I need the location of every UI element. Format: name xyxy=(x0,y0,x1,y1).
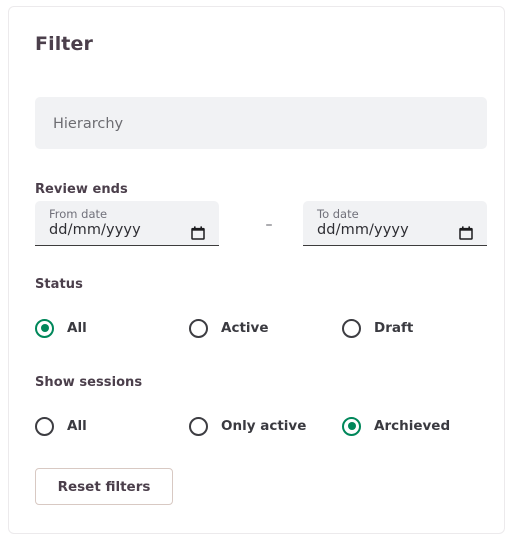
from-date-field[interactable]: From date dd/mm/yyyy xyxy=(35,201,219,246)
filter-panel: Filter Hierarchy Review ends From date d… xyxy=(8,6,505,534)
hierarchy-placeholder: Hierarchy xyxy=(53,116,124,132)
date-range-separator: – xyxy=(265,217,273,233)
from-date-caption: From date xyxy=(49,207,108,221)
radio-icon[interactable] xyxy=(342,318,361,338)
status-radio-group: All Active Draft xyxy=(9,315,506,341)
status-radio-all-label: All xyxy=(67,320,87,336)
review-ends-label: Review ends xyxy=(35,182,128,197)
status-radio-all[interactable]: All xyxy=(35,315,87,341)
sessions-radio-all[interactable]: All xyxy=(35,413,87,439)
sessions-radio-all-label: All xyxy=(67,418,87,434)
status-radio-active-label: Active xyxy=(221,320,269,336)
radio-icon[interactable] xyxy=(189,318,208,338)
to-date-caption: To date xyxy=(317,207,359,221)
status-label: Status xyxy=(35,277,83,292)
radio-icon[interactable] xyxy=(35,416,54,436)
show-sessions-label: Show sessions xyxy=(35,375,143,390)
status-radio-draft-label: Draft xyxy=(374,320,414,336)
radio-icon[interactable] xyxy=(35,318,54,338)
from-date-value: dd/mm/yyyy xyxy=(49,222,141,238)
sessions-radio-archieved-label: Archieved xyxy=(374,418,451,434)
radio-icon[interactable] xyxy=(342,416,361,436)
reset-filters-button[interactable]: Reset filters xyxy=(35,468,173,505)
sessions-radio-archieved[interactable]: Archieved xyxy=(342,413,450,439)
radio-icon[interactable] xyxy=(189,416,208,436)
sessions-radio-only-active-label: Only active xyxy=(221,418,307,434)
to-date-field[interactable]: To date dd/mm/yyyy xyxy=(303,201,487,246)
show-sessions-radio-group: All Only active Archieved xyxy=(9,413,506,439)
status-radio-active[interactable]: Active xyxy=(189,315,269,341)
page-title: Filter xyxy=(35,33,93,55)
to-date-value: dd/mm/yyyy xyxy=(317,222,409,238)
status-radio-draft[interactable]: Draft xyxy=(342,315,413,341)
hierarchy-select[interactable]: Hierarchy xyxy=(35,97,487,149)
calendar-icon[interactable] xyxy=(459,225,473,240)
calendar-icon[interactable] xyxy=(191,225,205,240)
sessions-radio-only-active[interactable]: Only active xyxy=(189,413,306,439)
